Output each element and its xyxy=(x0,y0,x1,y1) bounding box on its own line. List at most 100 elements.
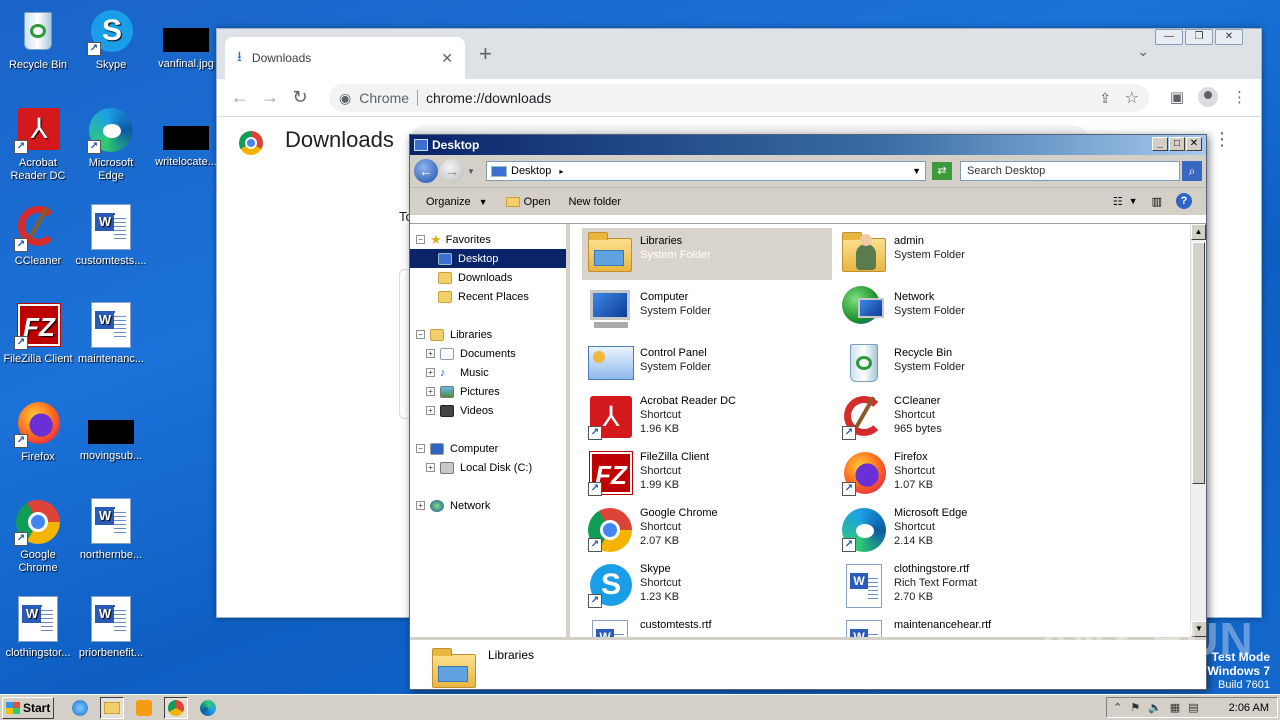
desktop-icon-maintenance[interactable]: W maintenanc... xyxy=(73,302,149,366)
tab-search-chevron-icon[interactable]: ⌄ xyxy=(1137,43,1149,60)
start-button[interactable]: Start xyxy=(2,696,54,719)
nav-item-recent-places[interactable]: Recent Places xyxy=(410,287,566,306)
back-button[interactable]: ← xyxy=(414,159,438,183)
file-item-libraries[interactable]: Libraries System Folder xyxy=(582,228,832,280)
desktop-icon-customtests[interactable]: W customtests.... xyxy=(73,204,149,268)
file-item-admin[interactable]: admin System Folder xyxy=(836,228,1086,280)
desktop-icon-movingsub[interactable]: movingsub... xyxy=(73,420,149,463)
nav-item-favorites[interactable]: − ★ Favorites xyxy=(410,230,566,249)
collapse-toggle-icon[interactable]: − xyxy=(416,444,425,453)
taskbar-explorer-icon[interactable] xyxy=(100,696,124,719)
address-bar[interactable]: ◉ Chrome chrome://downloads ⇪ ☆ xyxy=(329,84,1149,112)
tray-flag-icon[interactable]: ⚑ xyxy=(1130,701,1140,714)
refresh-icon[interactable]: ⇄ xyxy=(932,162,952,180)
desktop-icon-skype[interactable]: S ↗ Skype xyxy=(73,8,149,72)
history-dropdown-icon[interactable]: ▼ xyxy=(467,167,475,176)
taskbar-edge-icon[interactable] xyxy=(196,697,220,719)
nav-item-videos[interactable]: + Videos xyxy=(410,401,566,420)
desktop-icon-clothingstore[interactable]: W clothingstor... xyxy=(0,596,76,660)
menu-kebab-icon[interactable]: ⋮ xyxy=(1232,88,1247,106)
file-item-clothingstore[interactable]: clothingstore.rtf Rich Text Format 2.70 KB xyxy=(836,562,1086,614)
file-item-customtests[interactable]: customtests.rtf xyxy=(582,618,832,637)
tab-downloads[interactable]: ⭳ Downloads ✕ xyxy=(225,37,465,79)
minimize-button[interactable]: _ xyxy=(1152,137,1168,151)
search-icon[interactable]: ⌕ xyxy=(1182,161,1202,181)
expand-toggle-icon[interactable]: + xyxy=(426,368,435,377)
nav-item-music[interactable]: + ♪ Music xyxy=(410,363,566,382)
desktop-icon-recycle-bin[interactable]: Recycle Bin xyxy=(0,8,76,72)
downloads-menu-icon[interactable]: ⋮ xyxy=(1213,129,1231,150)
file-item-ccleaner[interactable]: ↗ CCleaner Shortcut 965 bytes xyxy=(836,394,1086,446)
scroll-up-icon[interactable]: ▲ xyxy=(1191,224,1206,240)
view-dropdown-icon[interactable]: ▼ xyxy=(1129,196,1138,206)
breadcrumb-chevron-icon[interactable]: ▸ xyxy=(559,167,563,176)
desktop-icon-acrobat[interactable]: ⅄ ↗ Acrobat Reader DC xyxy=(0,106,76,183)
minimize-button[interactable]: — xyxy=(1155,29,1183,45)
tray-expand-icon[interactable]: ⌃ xyxy=(1113,701,1122,714)
file-item-network[interactable]: Network System Folder xyxy=(836,284,1086,336)
scrollbar-thumb[interactable] xyxy=(1192,242,1205,484)
address-path[interactable]: Desktop ▸ ▼ xyxy=(486,161,926,181)
file-item-edge[interactable]: ↗ Microsoft Edge Shortcut 2.14 KB xyxy=(836,506,1086,558)
file-item-skype[interactable]: S ↗ Skype Shortcut 1.23 KB xyxy=(582,562,832,614)
collapse-toggle-icon[interactable]: − xyxy=(416,235,425,244)
desktop-icon-firefox[interactable]: ↗ Firefox xyxy=(0,400,76,464)
forward-icon[interactable]: → xyxy=(255,87,285,108)
file-item-control-panel[interactable]: Control Panel System Folder xyxy=(582,340,832,392)
desktop-icon-filezilla[interactable]: FZ ↗ FileZilla Client xyxy=(0,302,76,366)
close-tab-icon[interactable]: ✕ xyxy=(441,50,453,67)
profile-avatar-icon[interactable] xyxy=(1198,87,1218,107)
file-item-firefox[interactable]: ↗ Firefox Shortcut 1.07 KB xyxy=(836,450,1086,502)
file-item-filezilla[interactable]: FZ ↗ FileZilla Client Shortcut 1.99 KB xyxy=(582,450,832,502)
reload-icon[interactable]: ↻ xyxy=(285,87,315,108)
back-icon[interactable]: ← xyxy=(225,87,255,108)
expand-toggle-icon[interactable]: + xyxy=(426,463,435,472)
file-item-computer[interactable]: Computer System Folder xyxy=(582,284,832,336)
desktop-icon-ccleaner[interactable]: ↗ CCleaner xyxy=(0,204,76,268)
change-view-icon[interactable]: ☷ xyxy=(1113,195,1123,208)
file-item-recycle-bin[interactable]: Recycle Bin System Folder xyxy=(836,340,1086,392)
restore-button[interactable]: ❐ xyxy=(1185,29,1213,45)
close-button[interactable]: ✕ xyxy=(1186,137,1202,151)
organize-button[interactable]: Organize ▼ xyxy=(424,194,490,210)
share-icon[interactable]: ⇪ xyxy=(1099,90,1111,107)
nav-item-local-disk[interactable]: + Local Disk (C:) xyxy=(410,458,566,477)
expand-toggle-icon[interactable]: + xyxy=(426,406,435,415)
tray-network-icon[interactable]: ▦ xyxy=(1170,701,1180,714)
desktop-icon-priorbenefit[interactable]: W priorbenefit... xyxy=(73,596,149,660)
file-item-chrome[interactable]: ↗ Google Chrome Shortcut 2.07 KB xyxy=(582,506,832,558)
forward-button[interactable]: → xyxy=(440,159,464,183)
vertical-scrollbar[interactable]: ▲ ▼ xyxy=(1190,224,1206,637)
maximize-button[interactable]: □ xyxy=(1169,137,1185,151)
nav-item-libraries[interactable]: − Libraries xyxy=(410,325,566,344)
tray-action-center-icon[interactable]: ▤ xyxy=(1188,701,1198,714)
desktop-icon-northernbe[interactable]: W northernbe... xyxy=(73,498,149,562)
clock[interactable]: 2:06 AM xyxy=(1229,702,1269,714)
tray-volume-icon[interactable]: 🔈 xyxy=(1148,701,1162,714)
open-button[interactable]: Open xyxy=(504,194,553,210)
address-dropdown-icon[interactable]: ▼ xyxy=(912,166,921,176)
desktop-icon-writelocate[interactable]: writelocate... xyxy=(148,126,224,169)
nav-item-desktop[interactable]: Desktop xyxy=(410,249,566,268)
nav-item-downloads[interactable]: Downloads xyxy=(410,268,566,287)
taskbar-ie-icon[interactable] xyxy=(68,697,92,719)
expand-toggle-icon[interactable]: + xyxy=(416,501,425,510)
nav-item-computer[interactable]: − Computer xyxy=(410,439,566,458)
desktop-icon-vanfinal[interactable]: vanfinal.jpg xyxy=(148,28,224,71)
collapse-toggle-icon[interactable]: − xyxy=(416,330,425,339)
new-tab-button[interactable]: + xyxy=(479,41,492,67)
nav-item-network[interactable]: + Network xyxy=(410,496,566,515)
taskbar-chrome-icon[interactable] xyxy=(164,696,188,719)
file-item-acrobat[interactable]: ⅄ ↗ Acrobat Reader DC Shortcut 1.96 KB xyxy=(582,394,832,446)
search-input[interactable]: Search Desktop xyxy=(960,161,1180,181)
expand-toggle-icon[interactable]: + xyxy=(426,387,435,396)
desktop-icon-edge[interactable]: ↗ Microsoft Edge xyxy=(73,106,149,183)
taskbar-media-player-icon[interactable] xyxy=(132,697,156,719)
expand-toggle-icon[interactable]: + xyxy=(426,349,435,358)
close-button[interactable]: ✕ xyxy=(1215,29,1243,45)
nav-item-documents[interactable]: + Documents xyxy=(410,344,566,363)
new-folder-button[interactable]: New folder xyxy=(566,194,623,210)
explorer-title-bar[interactable]: Desktop _ □ ✕ xyxy=(410,135,1206,155)
side-panel-icon[interactable]: ▣ xyxy=(1170,88,1184,106)
bookmark-star-icon[interactable]: ☆ xyxy=(1125,88,1139,108)
